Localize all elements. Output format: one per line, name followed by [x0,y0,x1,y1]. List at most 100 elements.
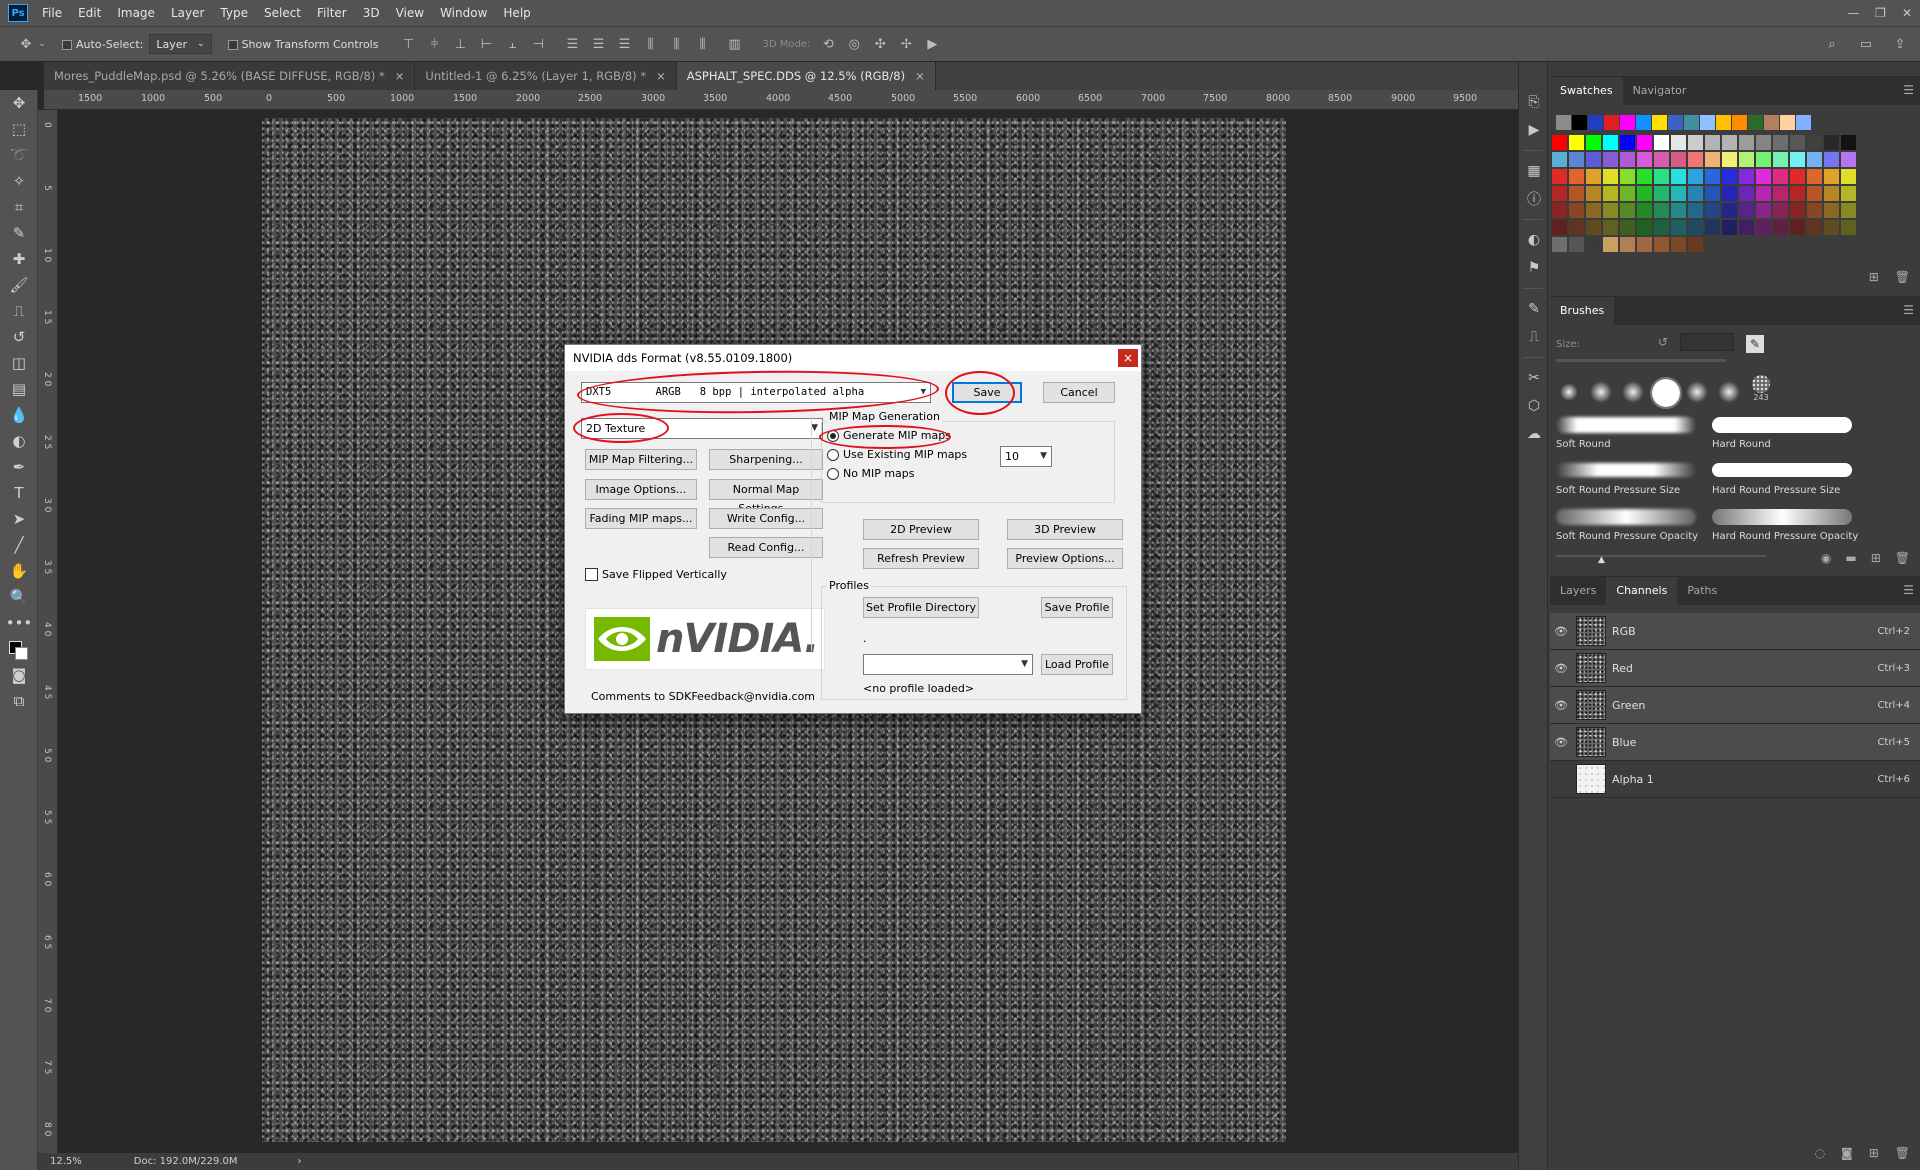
save-button[interactable]: Save [952,382,1022,403]
save-selection-channel-icon[interactable]: ◙ [1841,1146,1853,1160]
color-swatch[interactable] [1552,186,1567,201]
color-swatch[interactable] [1824,135,1839,150]
color-swatch[interactable] [1620,115,1635,130]
magic-wand-tool-icon[interactable]: ✧ [0,168,38,194]
menu-layer[interactable]: Layer [163,0,212,26]
eyedropper-tool-icon[interactable]: ✎ [0,220,38,246]
adjustments-icon[interactable]: ◐ [1519,226,1549,254]
brush-name[interactable]: Soft Round [1556,439,1611,450]
menu-file[interactable]: File [34,0,70,26]
color-swatch[interactable] [1790,135,1805,150]
color-swatch[interactable] [1684,115,1699,130]
auto-select-target-dropdown[interactable]: Layer ⌄ [149,34,212,54]
color-swatch[interactable] [1671,186,1686,201]
brush-settings-icon[interactable]: ✎ [1746,335,1764,353]
color-swatch[interactable] [1841,152,1856,167]
history-icon[interactable]: ⎘ [1519,88,1549,116]
brush-tip-soft[interactable] [1590,381,1612,403]
normal-map-settings-button[interactable]: Normal Map Settings... [709,479,823,515]
brush-tip-soft[interactable] [1622,381,1644,403]
brush-tip-soft[interactable] [1718,381,1740,403]
color-swatches[interactable] [0,636,38,662]
hand-tool-icon[interactable]: ✋ [0,558,38,584]
color-swatch[interactable] [1654,203,1669,218]
color-swatch[interactable] [1552,169,1567,184]
history-brush-tool-icon[interactable]: ↺ [0,324,38,350]
3d-slide-icon[interactable]: ✢ [896,34,916,54]
status-menu-arrow-icon[interactable]: › [298,1156,302,1167]
menu-image[interactable]: Image [109,0,163,26]
color-swatch[interactable] [1790,186,1805,201]
color-swatch[interactable] [1688,169,1703,184]
distribute-bottom-icon[interactable]: ☰ [614,34,634,54]
color-swatch[interactable] [1705,220,1720,235]
color-swatch[interactable] [1807,220,1822,235]
color-swatch[interactable] [1705,169,1720,184]
color-swatch[interactable] [1603,169,1618,184]
clone-source-icon[interactable]: ⎍ [1519,323,1549,351]
screen-mode-icon[interactable]: ⧉ [0,688,38,714]
align-hcenter-icon[interactable]: ⫠ [502,34,522,54]
brush-tool-icon[interactable]: 🖌 [0,272,38,298]
color-swatch[interactable] [1824,186,1839,201]
color-swatch[interactable] [1654,135,1669,150]
color-swatch[interactable] [1671,220,1686,235]
color-swatch[interactable] [1700,115,1715,130]
brush-stroke-preview[interactable] [1556,463,1696,477]
eraser-tool-icon[interactable]: ◫ [0,350,38,376]
tab-layers[interactable]: Layers [1550,577,1606,605]
minimize-icon[interactable]: — [1847,6,1859,20]
tab-paths[interactable]: Paths [1677,577,1727,605]
color-swatch[interactable] [1780,115,1795,130]
workspace-icon[interactable]: ▭ [1856,34,1876,54]
color-swatch[interactable] [1603,135,1618,150]
color-swatch[interactable] [1773,220,1788,235]
properties-icon[interactable]: ▦ [1519,157,1549,185]
menu-type[interactable]: Type [212,0,256,26]
color-swatch[interactable] [1807,169,1822,184]
image-options-button[interactable]: Image Options... [585,479,697,500]
color-swatch[interactable] [1620,135,1635,150]
color-swatch[interactable] [1841,220,1856,235]
visibility-eye-icon[interactable]: 👁 [1550,625,1572,638]
pen-tool-icon[interactable]: ✒ [0,454,38,480]
distribute-top-icon[interactable]: ☰ [562,34,582,54]
color-swatch[interactable] [1586,186,1601,201]
color-swatch[interactable] [1556,115,1571,130]
color-swatch[interactable] [1603,186,1618,201]
close-tab-icon[interactable]: × [656,69,666,83]
channel-row-red[interactable]: 👁 Red Ctrl+3 [1550,650,1920,687]
color-swatch[interactable] [1620,220,1635,235]
color-swatch[interactable] [1756,169,1771,184]
color-swatch[interactable] [1603,237,1618,252]
color-swatch[interactable] [1790,203,1805,218]
new-brush-group-icon[interactable]: ▬ [1845,551,1856,565]
texture-type-dropdown[interactable]: 2D Texture ▼ [581,418,823,439]
distribute-vcenter-icon[interactable]: ☰ [588,34,608,54]
gradient-tool-icon[interactable]: ▤ [0,376,38,402]
move-tool-icon[interactable]: ✥ [16,34,36,54]
libraries-icon[interactable]: ☁ [1519,420,1549,448]
color-swatch[interactable] [1637,203,1652,218]
brush-tip-hard-selected[interactable] [1650,377,1682,409]
color-swatch[interactable] [1620,237,1635,252]
brush-name[interactable]: Soft Round Pressure Size [1556,485,1680,496]
color-swatch[interactable] [1739,203,1754,218]
color-swatch[interactable] [1654,169,1669,184]
color-swatch[interactable] [1552,237,1567,252]
color-swatch[interactable] [1671,152,1686,167]
color-swatch[interactable] [1637,152,1652,167]
color-swatch[interactable] [1756,220,1771,235]
color-swatch[interactable] [1654,220,1669,235]
move-tool-icon[interactable]: ✥ [0,90,38,116]
delete-swatch-icon[interactable]: 🗑 [1895,270,1910,284]
search-icon[interactable]: ⌕ [1822,34,1842,54]
color-swatch[interactable] [1824,203,1839,218]
color-swatch[interactable] [1790,169,1805,184]
panel-menu-icon[interactable]: ☰ [1903,583,1914,597]
auto-align-icon[interactable]: ▥ [724,34,744,54]
brush-name[interactable]: Hard Round [1712,439,1771,450]
color-swatch[interactable] [1654,186,1669,201]
color-swatch[interactable] [1569,135,1584,150]
show-transform-checkbox[interactable] [227,38,242,51]
